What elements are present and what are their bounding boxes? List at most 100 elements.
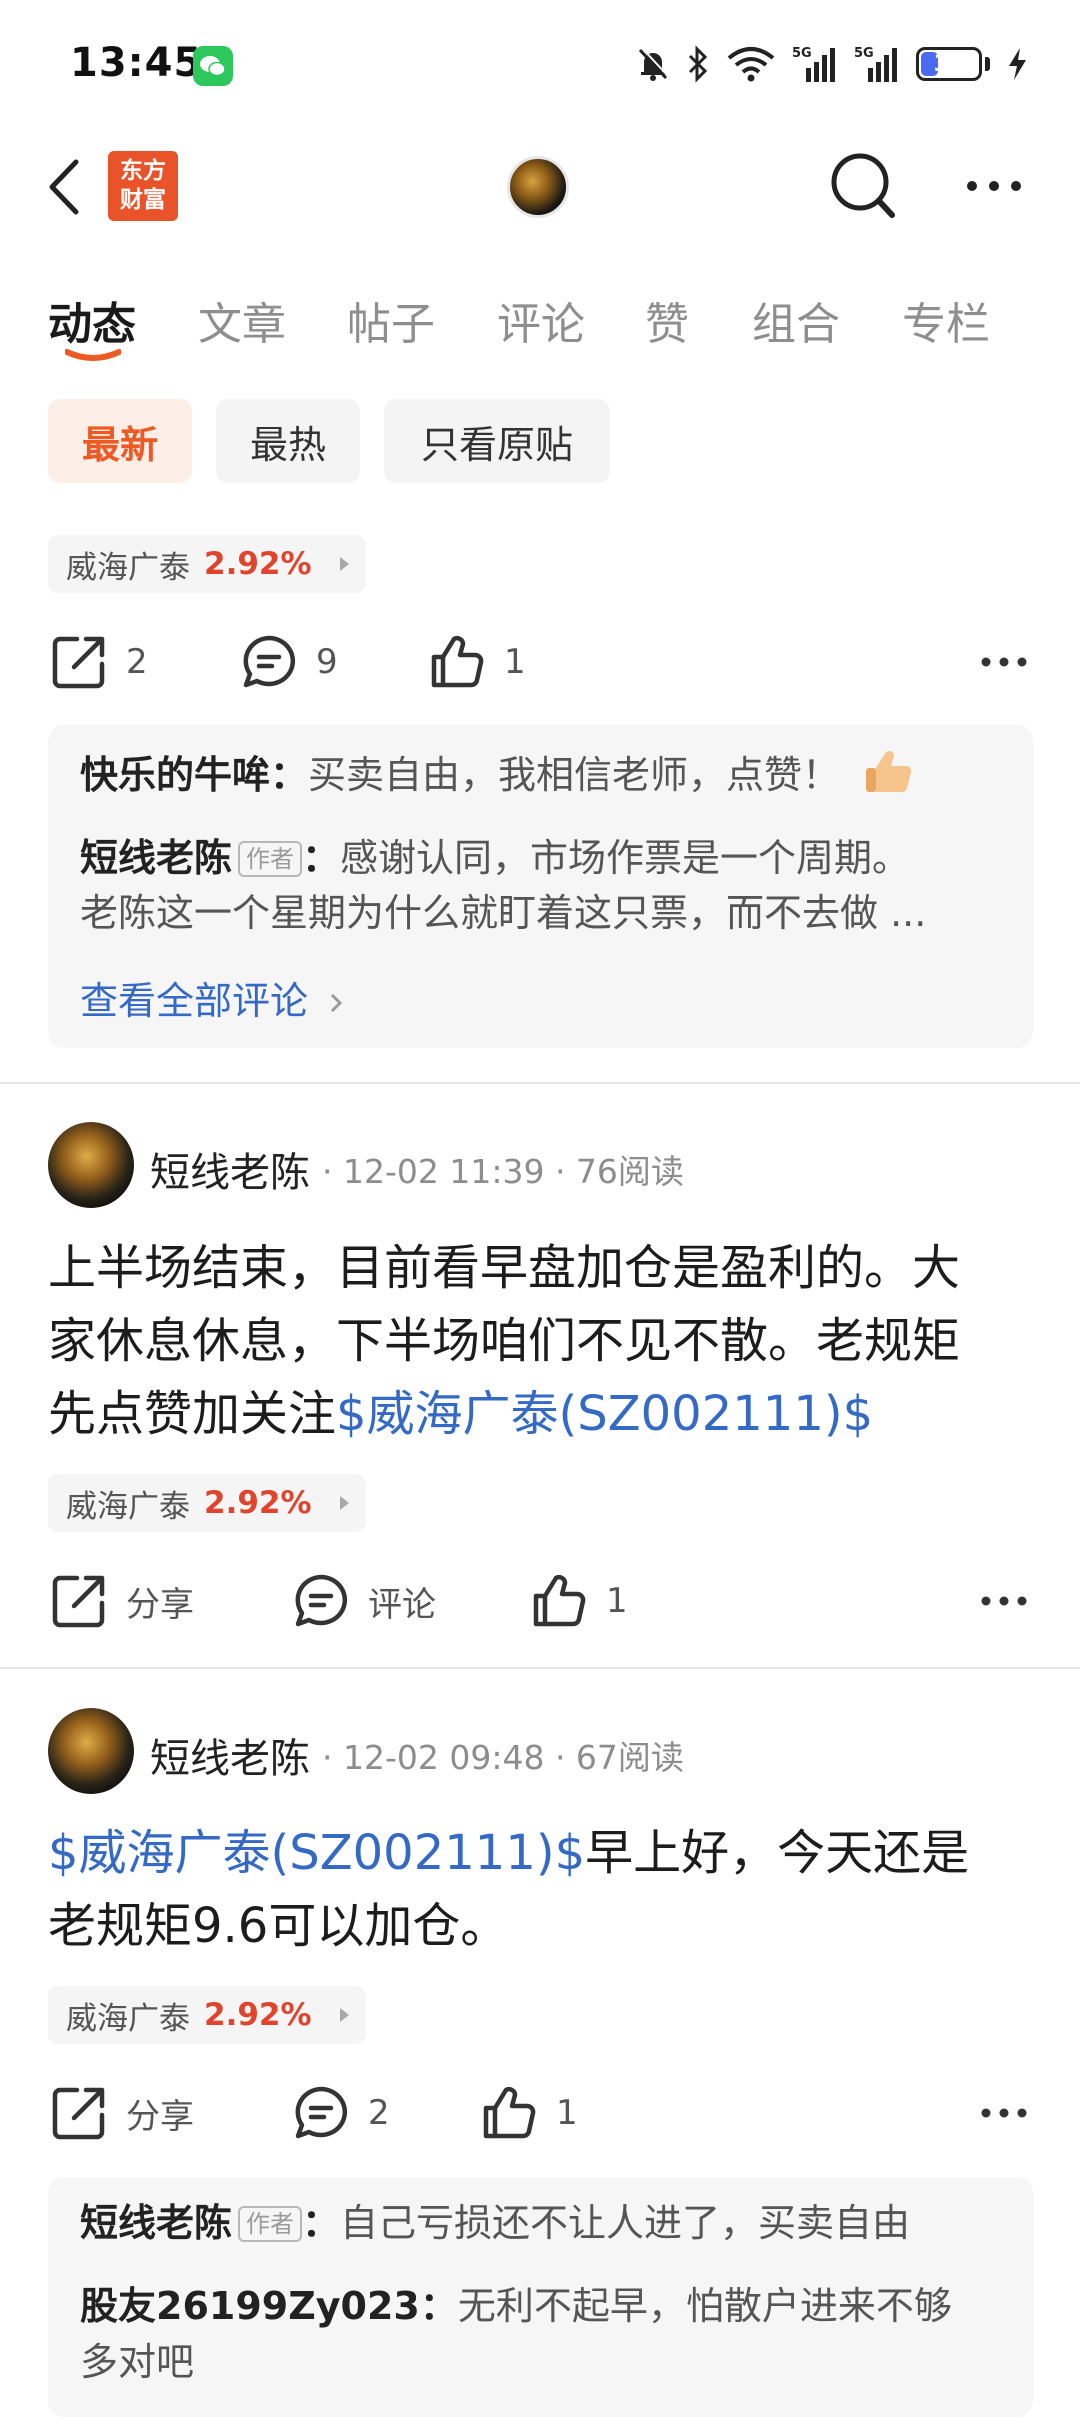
tab-dynamic[interactable]: 动态 [48, 288, 136, 352]
chevron-right-icon [331, 993, 343, 1013]
comment-count: 2 [368, 2093, 390, 2133]
like-button[interactable]: 1 [428, 627, 526, 697]
search-button[interactable] [828, 148, 898, 223]
comment-label: 评论 [368, 1584, 436, 1625]
author-name[interactable]: 短线老陈 [150, 1140, 310, 1198]
back-arrow-icon [49, 159, 79, 215]
post-body[interactable]: $威海广泰(SZ002111)$早上好，今天还是 老规矩9.6可以加仓。 [48, 1817, 1038, 1963]
share-icon [52, 2087, 105, 2140]
stock-tag[interactable]: 威海广泰 2.92% [48, 1986, 366, 2044]
comment-user: 股友26199Zy023： [80, 2284, 458, 2328]
comment-user: 快乐的牛哞： [80, 753, 309, 797]
comment-text: 买卖自由，我相信老师，点赞！ [308, 753, 841, 797]
charging-icon [1009, 48, 1026, 80]
author-badge: 作者 [238, 841, 303, 877]
comment-icon [295, 2086, 348, 2139]
more-options-icon[interactable] [980, 2100, 1028, 2126]
share-button[interactable]: 分享 [50, 2078, 194, 2148]
post-text-line: $威海广泰(SZ002111)$早上好，今天还是 [48, 1817, 1038, 1890]
tab-portfolio[interactable]: 组合 [752, 288, 840, 352]
stock-name: 威海广泰 [66, 2000, 190, 2037]
share-button[interactable]: 2 [50, 627, 148, 697]
share-button[interactable]: 分享 [50, 1566, 194, 1636]
comment-button[interactable]: 9 [240, 627, 338, 697]
comment-item: 股友26199Zy023：无利不起早，怕散户进来不够 [80, 2278, 1009, 2334]
divider [0, 1667, 1080, 1669]
filter-hot[interactable]: 最热 [216, 399, 360, 483]
stock-link[interactable]: $威海广泰(SZ002111)$ [48, 1825, 585, 1881]
play-arrow-icon [339, 557, 349, 571]
post-body[interactable]: 上半场结束，目前看早盘加仓是盈利的。大 家休息休息，下半场咱们不见不散。老规矩 … [48, 1232, 1038, 1451]
comment-text-continued: 老陈这一个星期为什么就盯着这只票，而不去做 ... [80, 891, 927, 935]
see-all-label: 查看全部评论 [80, 979, 309, 1023]
logo-line2: 财富 [120, 187, 166, 213]
battery-level: 31 [933, 51, 965, 77]
post-actions: 2 9 1 [0, 627, 1080, 697]
thumbs-up-icon [483, 2086, 536, 2139]
author-avatar[interactable] [48, 1122, 134, 1208]
comment-item: 短线老陈 作者 ：自己亏损还不让人进了，买卖自由 [80, 2195, 1009, 2251]
filter-latest[interactable]: 最新 [48, 399, 192, 483]
svg-text:5G: 5G [792, 46, 812, 61]
see-all-comments-link[interactable]: 查看全部评论 [80, 970, 346, 1025]
share-icon [52, 1575, 105, 1628]
stock-name: 威海广泰 [66, 549, 190, 586]
comment-button[interactable]: 2 [292, 2078, 390, 2148]
tab-comments[interactable]: 评论 [497, 288, 585, 352]
post-text-line: 先点赞加关注$威海广泰(SZ002111)$ [48, 1378, 1038, 1451]
wechat-icon [193, 46, 233, 86]
tab-likes[interactable]: 赞 [645, 288, 689, 352]
post-text: 先点赞加关注 [48, 1386, 337, 1442]
more-horizontal-icon [967, 181, 1021, 191]
comment-user: 短线老陈 [80, 2201, 233, 2245]
filter-original-only[interactable]: 只看原贴 [384, 399, 610, 483]
more-options-icon[interactable] [980, 1588, 1028, 1614]
like-button[interactable]: 1 [480, 2078, 578, 2148]
comment-count: 9 [316, 642, 338, 682]
comment-text: 自己亏损还不让人进了，买卖自由 [340, 2201, 911, 2245]
stock-tag[interactable]: 威海广泰 2.92% [48, 1474, 366, 1532]
like-count: 1 [606, 1581, 628, 1621]
post-text: 早上好，今天还是 [585, 1825, 970, 1881]
status-time: 13:45 [70, 40, 203, 86]
status-icons: 5G 5G 31 [636, 42, 1028, 86]
more-button[interactable] [962, 168, 1026, 204]
comment-text: 无利不起早，怕散户进来不够 [457, 2284, 952, 2328]
comment-icon [295, 1574, 348, 1627]
author-name[interactable]: 短线老陈 [150, 1726, 310, 1784]
battery-tip [985, 57, 990, 71]
bluetooth-icon [688, 45, 708, 83]
thumbs-up-emoji-icon [866, 751, 912, 793]
stock-name: 威海广泰 [66, 1488, 190, 1525]
share-label: 分享 [126, 2096, 194, 2137]
stock-change: 2.92% [204, 1485, 312, 1521]
stock-change: 2.92% [204, 546, 312, 582]
stock-link[interactable]: $威海广泰(SZ002111)$ [336, 1386, 873, 1442]
tab-articles[interactable]: 文章 [198, 288, 286, 352]
active-tab-indicator [65, 349, 121, 361]
stock-tag[interactable]: 威海广泰 2.92% [48, 535, 366, 593]
status-bar: 13:45 5G 5G 31 [0, 0, 1080, 130]
logo-line1: 东方 [120, 158, 166, 184]
comment-item: 短线老陈 作者 ：感谢认同，市场作票是一个周期。 [80, 830, 1009, 886]
more-options-icon[interactable] [980, 649, 1028, 675]
tab-column[interactable]: 专栏 [902, 288, 990, 352]
comment-button[interactable]: 评论 [292, 1566, 436, 1636]
post-actions: 分享 2 1 [0, 2078, 1080, 2148]
like-button[interactable]: 1 [530, 1566, 628, 1636]
header-avatar[interactable] [507, 156, 569, 218]
comment-preview[interactable]: 快乐的牛哞：买卖自由，我相信老师，点赞！ 短线老陈 作者 ：感谢认同，市场作票是一个… [48, 725, 1033, 1048]
mute-bell-icon [638, 47, 669, 81]
eastmoney-logo[interactable]: 东方 财富 [108, 151, 178, 221]
svg-text:5G: 5G [854, 46, 874, 61]
comment-icon [243, 635, 296, 688]
author-avatar[interactable] [48, 1708, 134, 1794]
author-badge: 作者 [238, 2206, 303, 2242]
back-button[interactable] [44, 156, 84, 218]
comment-preview[interactable]: 短线老陈 作者 ：自己亏损还不让人进了，买卖自由 股友26199Zy023：无利不起… [48, 2177, 1033, 2417]
post-meta: · 12-02 09:48 · 67阅读 [322, 1738, 684, 1777]
wifi-icon [727, 47, 775, 82]
tab-posts[interactable]: 帖子 [347, 288, 435, 352]
profile-tabs: 动态 文章 帖子 评论 赞 组合 专栏 [0, 280, 1080, 360]
post-meta: · 12-02 11:39 · 76阅读 [322, 1152, 684, 1191]
